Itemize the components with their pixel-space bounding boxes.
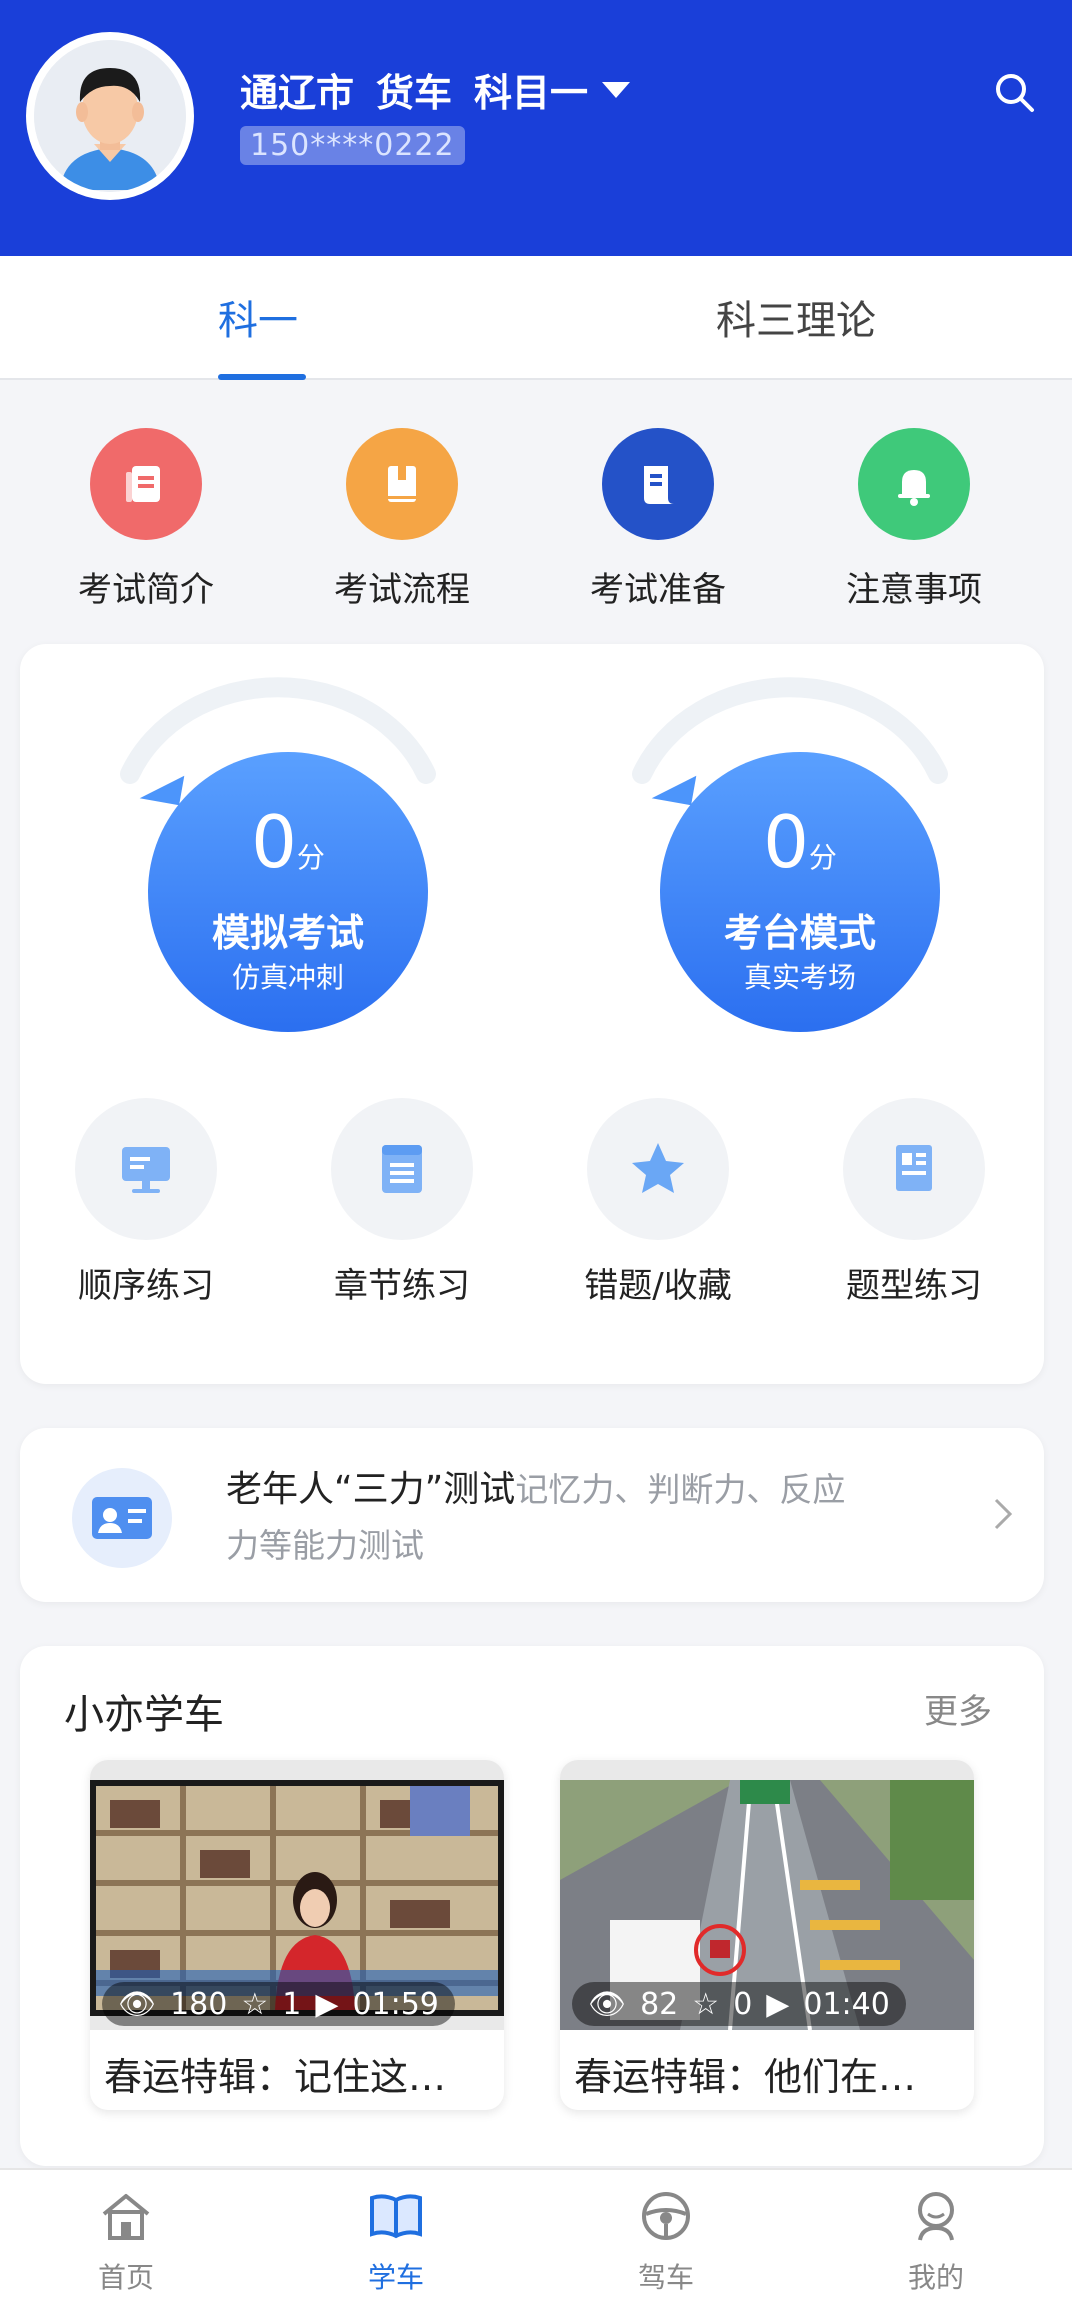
nav-label: 驾车 [637, 2261, 694, 2294]
section-title: 小亦学车 [64, 1692, 224, 1738]
nav-item-learn[interactable]: 学车 [336, 2188, 456, 2296]
chevron-right-icon [992, 1494, 1016, 1538]
mode-title: 模拟考试 [211, 911, 364, 955]
home-icon [66, 2188, 186, 2248]
phone-number: 150****0222 [240, 126, 465, 165]
profile-icon [876, 2188, 996, 2248]
eye-icon: 👁 [588, 1986, 627, 2022]
elderly-test-desc-cont: 力等能力测试 [226, 1526, 424, 1565]
score-value: 0 [251, 800, 297, 884]
mock-exam-gauge[interactable]: 0分 模拟考试 仿真冲刺 [118, 674, 438, 1032]
practice-question-type[interactable]: 题型练习 [814, 1098, 1014, 1307]
subject-label: 科目一 [474, 71, 589, 115]
avatar[interactable] [26, 32, 194, 200]
quick-link-label: 注意事项 [846, 570, 982, 610]
star-count: 1 [282, 1986, 302, 2022]
nav-label: 学车 [367, 2261, 424, 2294]
practice-label: 错题/收藏 [584, 1266, 732, 1306]
scroll-icon [602, 428, 714, 540]
quick-link-notes[interactable]: 注意事项 [814, 428, 1014, 611]
vehicle-label: 货车 [376, 71, 453, 115]
exam-hall-gauge[interactable]: 0分 考台模式 真实考场 [630, 674, 950, 1032]
city-label: 通辽市 [240, 71, 355, 115]
book-icon [346, 428, 458, 540]
document-icon [90, 428, 202, 540]
learning-section: 小亦学车 更多 👁 180 ☆ 1 ▶ 01:59 春运特辑：记住这… 👁 82… [20, 1646, 1044, 2166]
search-icon[interactable] [992, 70, 1038, 116]
video-card[interactable]: 👁 82 ☆ 0 ▶ 01:40 春运特辑：他们在… [560, 1760, 974, 2110]
video-stats: 👁 82 ☆ 0 ▶ 01:40 [572, 1982, 906, 2026]
steering-wheel-icon [606, 2188, 726, 2248]
eye-icon: 👁 [118, 1986, 157, 2022]
view-count: 82 [640, 1986, 679, 2022]
list-icon [331, 1098, 473, 1240]
subject-tabs: 科一 科三理论 [0, 256, 1072, 380]
duration: 01:40 [803, 1986, 890, 2022]
mode-subtitle: 仿真冲刺 [231, 961, 344, 994]
mode-subtitle: 真实考场 [743, 961, 856, 994]
quick-link-label: 考试流程 [334, 570, 470, 610]
open-book-icon [336, 2188, 456, 2248]
nav-item-drive[interactable]: 驾车 [606, 2188, 726, 2296]
location-selector[interactable]: 通辽市 货车 科目一 [240, 62, 631, 117]
nav-label: 我的 [907, 2261, 964, 2294]
mode-title: 考台模式 [723, 911, 876, 955]
elderly-test-text: 老年人“三力”测试记忆力、判断力、反应 力等能力测试 [226, 1462, 966, 1574]
id-card-icon [72, 1468, 172, 1568]
quick-link-exam-intro[interactable]: 考试简介 [46, 428, 246, 611]
practice-chapter[interactable]: 章节练习 [302, 1098, 502, 1307]
video-title: 春运特辑：记住这… [104, 2055, 447, 2099]
bottom-navigation: 首页 学车 驾车 我的 [0, 2168, 1072, 2303]
active-tab-indicator [218, 374, 306, 380]
more-link[interactable]: 更多 [924, 1684, 992, 1733]
profile-header: 通辽市 货车 科目一 150****0222 [0, 0, 1072, 256]
chevron-down-icon [602, 81, 631, 98]
star-icon [587, 1098, 729, 1240]
score-unit: 分 [296, 841, 325, 874]
elderly-test-desc: 记忆力、判断力、反应 [515, 1470, 846, 1509]
bell-icon [858, 428, 970, 540]
tab-subject-one[interactable]: 科一 [218, 288, 298, 346]
quick-link-exam-process[interactable]: 考试流程 [302, 428, 502, 611]
practice-sequential[interactable]: 顺序练习 [46, 1098, 246, 1307]
video-stats: 👁 180 ☆ 1 ▶ 01:59 [102, 1982, 455, 2026]
quick-link-exam-prep[interactable]: 考试准备 [558, 428, 758, 611]
nav-item-home[interactable]: 首页 [66, 2188, 186, 2296]
score-value: 0 [763, 800, 809, 884]
play-icon: ▶ [315, 1986, 339, 2022]
elderly-test-banner[interactable]: 老年人“三力”测试记忆力、判断力、反应 力等能力测试 [20, 1428, 1044, 1602]
exam-hall-button[interactable]: 0分 考台模式 真实考场 [660, 752, 940, 1032]
star-count: 0 [733, 1986, 753, 2022]
practice-mistakes[interactable]: 错题/收藏 [558, 1098, 758, 1307]
view-count: 180 [170, 1986, 228, 2022]
star-outline-icon: ☆ [692, 1986, 720, 2022]
duration: 01:59 [352, 1986, 439, 2022]
practice-label: 顺序练习 [78, 1266, 214, 1306]
quick-link-label: 考试简介 [78, 570, 214, 610]
score-unit: 分 [808, 841, 837, 874]
elderly-test-title: 老年人“三力”测试 [226, 1469, 516, 1510]
video-title: 春运特辑：他们在… [574, 2055, 917, 2099]
quick-link-label: 考试准备 [590, 570, 726, 610]
notebook-icon [843, 1098, 985, 1240]
nav-label: 首页 [97, 2261, 154, 2294]
video-card[interactable]: 👁 180 ☆ 1 ▶ 01:59 春运特辑：记住这… [90, 1760, 504, 2110]
monitor-icon [75, 1098, 217, 1240]
tab-subject-three-theory[interactable]: 科三理论 [716, 288, 876, 346]
star-outline-icon: ☆ [241, 1986, 269, 2022]
practice-label: 章节练习 [334, 1266, 470, 1306]
practice-label: 题型练习 [846, 1266, 982, 1306]
nav-item-profile[interactable]: 我的 [876, 2188, 996, 2296]
mock-exam-button[interactable]: 0分 模拟考试 仿真冲刺 [148, 752, 428, 1032]
play-icon: ▶ [766, 1986, 790, 2022]
